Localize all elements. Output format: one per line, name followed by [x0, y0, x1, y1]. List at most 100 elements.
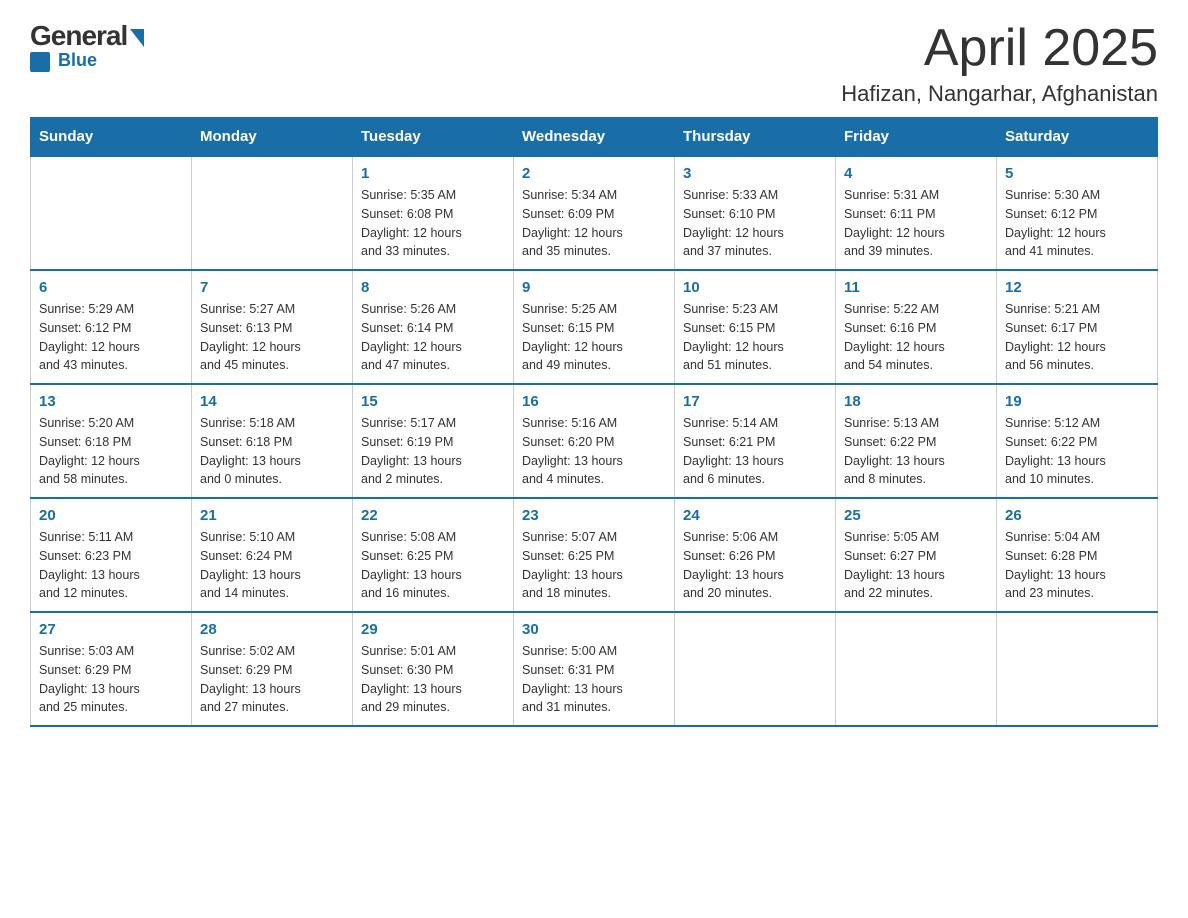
day-number: 3: [683, 165, 827, 182]
title-section: April 2025 Hafizan, Nangarhar, Afghanist…: [841, 20, 1158, 107]
calendar-header-monday: Monday: [192, 118, 353, 157]
calendar-week-row: 6 Sunrise: 5:29 AMSunset: 6:12 PMDaylight…: [31, 270, 1158, 384]
calendar-week-row: 1 Sunrise: 5:35 AMSunset: 6:08 PMDaylight…: [31, 156, 1158, 270]
calendar-cell: 7 Sunrise: 5:27 AMSunset: 6:13 PMDaylight…: [192, 270, 353, 384]
logo-general-text: General: [30, 20, 127, 52]
day-info: Sunrise: 5:11 AMSunset: 6:23 PMDaylight:…: [39, 528, 183, 603]
calendar-cell: 24Sunrise: 5:06 AMSunset: 6:26 PMDayligh…: [675, 498, 836, 612]
day-info: Sunrise: 5:04 AMSunset: 6:28 PMDaylight:…: [1005, 528, 1149, 603]
day-number: 18: [844, 393, 988, 410]
day-info: Sunrise: 5:00 AMSunset: 6:31 PMDaylight:…: [522, 642, 666, 717]
day-number: 1: [361, 165, 505, 182]
calendar-cell: 8Sunrise: 5:26 AMSunset: 6:14 PMDaylight…: [353, 270, 514, 384]
calendar-cell: 4 Sunrise: 5:31 AMSunset: 6:11 PMDaylight…: [836, 156, 997, 270]
calendar-cell: 26 Sunrise: 5:04 AMSunset: 6:28 PMDayligh…: [997, 498, 1158, 612]
day-number: 9: [522, 279, 666, 296]
day-number: 26: [1005, 507, 1149, 524]
day-number: 19: [1005, 393, 1149, 410]
day-number: 6: [39, 279, 183, 296]
day-info: Sunrise: 5:05 AMSunset: 6:27 PMDaylight:…: [844, 528, 988, 603]
day-info: Sunrise: 5:02 AMSunset: 6:29 PMDaylight:…: [200, 642, 344, 717]
day-info: Sunrise: 5:10 AMSunset: 6:24 PMDaylight:…: [200, 528, 344, 603]
calendar-cell: 20 Sunrise: 5:11 AMSunset: 6:23 PMDayligh…: [31, 498, 192, 612]
day-info: Sunrise: 5:25 AMSunset: 6:15 PMDaylight:…: [522, 300, 666, 375]
day-number: 11: [844, 279, 988, 296]
day-number: 2: [522, 165, 666, 182]
calendar-header-tuesday: Tuesday: [353, 118, 514, 157]
day-number: 23: [522, 507, 666, 524]
calendar-cell: 17 Sunrise: 5:14 AMSunset: 6:21 PMDayligh…: [675, 384, 836, 498]
day-info: Sunrise: 5:18 AMSunset: 6:18 PMDaylight:…: [200, 414, 344, 489]
calendar-cell: 9 Sunrise: 5:25 AMSunset: 6:15 PMDaylight…: [514, 270, 675, 384]
location-title: Hafizan, Nangarhar, Afghanistan: [841, 81, 1158, 107]
day-number: 27: [39, 621, 183, 638]
day-info: Sunrise: 5:17 AMSunset: 6:19 PMDaylight:…: [361, 414, 505, 489]
day-number: 15: [361, 393, 505, 410]
day-number: 10: [683, 279, 827, 296]
calendar-cell: 6 Sunrise: 5:29 AMSunset: 6:12 PMDaylight…: [31, 270, 192, 384]
day-number: 13: [39, 393, 183, 410]
calendar-header-friday: Friday: [836, 118, 997, 157]
logo: General Blue: [30, 20, 144, 72]
calendar-cell: 3Sunrise: 5:33 AMSunset: 6:10 PMDaylight…: [675, 156, 836, 270]
calendar-cell: [192, 156, 353, 270]
calendar-cell: 15 Sunrise: 5:17 AMSunset: 6:19 PMDayligh…: [353, 384, 514, 498]
calendar-cell: [836, 612, 997, 726]
day-info: Sunrise: 5:16 AMSunset: 6:20 PMDaylight:…: [522, 414, 666, 489]
day-info: Sunrise: 5:22 AMSunset: 6:16 PMDaylight:…: [844, 300, 988, 375]
day-info: Sunrise: 5:29 AMSunset: 6:12 PMDaylight:…: [39, 300, 183, 375]
day-number: 4: [844, 165, 988, 182]
calendar-cell: 27 Sunrise: 5:03 AMSunset: 6:29 PMDayligh…: [31, 612, 192, 726]
day-info: Sunrise: 5:30 AMSunset: 6:12 PMDaylight:…: [1005, 186, 1149, 261]
day-info: Sunrise: 5:34 AMSunset: 6:09 PMDaylight:…: [522, 186, 666, 261]
day-number: 12: [1005, 279, 1149, 296]
day-info: Sunrise: 5:08 AMSunset: 6:25 PMDaylight:…: [361, 528, 505, 603]
calendar-cell: 5 Sunrise: 5:30 AMSunset: 6:12 PMDaylight…: [997, 156, 1158, 270]
day-info: Sunrise: 5:12 AMSunset: 6:22 PMDaylight:…: [1005, 414, 1149, 489]
calendar-cell: 12 Sunrise: 5:21 AMSunset: 6:17 PMDayligh…: [997, 270, 1158, 384]
day-info: Sunrise: 5:03 AMSunset: 6:29 PMDaylight:…: [39, 642, 183, 717]
calendar-header-wednesday: Wednesday: [514, 118, 675, 157]
logo-blue-text: Blue: [58, 50, 97, 71]
day-info: Sunrise: 5:35 AMSunset: 6:08 PMDaylight:…: [361, 186, 505, 261]
calendar-cell: 13Sunrise: 5:20 AMSunset: 6:18 PMDayligh…: [31, 384, 192, 498]
calendar-cell: 11 Sunrise: 5:22 AMSunset: 6:16 PMDayligh…: [836, 270, 997, 384]
calendar-week-row: 13Sunrise: 5:20 AMSunset: 6:18 PMDayligh…: [31, 384, 1158, 498]
calendar-cell: 22 Sunrise: 5:08 AMSunset: 6:25 PMDayligh…: [353, 498, 514, 612]
day-info: Sunrise: 5:14 AMSunset: 6:21 PMDaylight:…: [683, 414, 827, 489]
logo-top: General: [30, 20, 144, 52]
day-number: 22: [361, 507, 505, 524]
calendar-cell: 18Sunrise: 5:13 AMSunset: 6:22 PMDayligh…: [836, 384, 997, 498]
day-number: 7: [200, 279, 344, 296]
calendar-table: SundayMondayTuesdayWednesdayThursdayFrid…: [30, 117, 1158, 727]
day-info: Sunrise: 5:27 AMSunset: 6:13 PMDaylight:…: [200, 300, 344, 375]
day-number: 14: [200, 393, 344, 410]
month-title: April 2025: [841, 20, 1158, 77]
day-info: Sunrise: 5:31 AMSunset: 6:11 PMDaylight:…: [844, 186, 988, 261]
calendar-header-row: SundayMondayTuesdayWednesdayThursdayFrid…: [31, 118, 1158, 157]
day-number: 25: [844, 507, 988, 524]
day-number: 29: [361, 621, 505, 638]
day-number: 17: [683, 393, 827, 410]
day-number: 8: [361, 279, 505, 296]
calendar-cell: 16 Sunrise: 5:16 AMSunset: 6:20 PMDayligh…: [514, 384, 675, 498]
day-number: 28: [200, 621, 344, 638]
day-info: Sunrise: 5:23 AMSunset: 6:15 PMDaylight:…: [683, 300, 827, 375]
page-header: General Blue April 2025 Hafizan, Nangarh…: [30, 20, 1158, 107]
day-info: Sunrise: 5:06 AMSunset: 6:26 PMDaylight:…: [683, 528, 827, 603]
calendar-cell: [31, 156, 192, 270]
calendar-cell: 10 Sunrise: 5:23 AMSunset: 6:15 PMDayligh…: [675, 270, 836, 384]
calendar-cell: 14 Sunrise: 5:18 AMSunset: 6:18 PMDayligh…: [192, 384, 353, 498]
calendar-header-sunday: Sunday: [31, 118, 192, 157]
day-number: 20: [39, 507, 183, 524]
calendar-cell: 2 Sunrise: 5:34 AMSunset: 6:09 PMDaylight…: [514, 156, 675, 270]
calendar-week-row: 27 Sunrise: 5:03 AMSunset: 6:29 PMDayligh…: [31, 612, 1158, 726]
day-number: 30: [522, 621, 666, 638]
calendar-header-thursday: Thursday: [675, 118, 836, 157]
calendar-cell: 29Sunrise: 5:01 AMSunset: 6:30 PMDayligh…: [353, 612, 514, 726]
day-info: Sunrise: 5:21 AMSunset: 6:17 PMDaylight:…: [1005, 300, 1149, 375]
day-number: 16: [522, 393, 666, 410]
calendar-cell: 1 Sunrise: 5:35 AMSunset: 6:08 PMDaylight…: [353, 156, 514, 270]
logo-arrow-icon: [130, 29, 144, 47]
day-number: 5: [1005, 165, 1149, 182]
